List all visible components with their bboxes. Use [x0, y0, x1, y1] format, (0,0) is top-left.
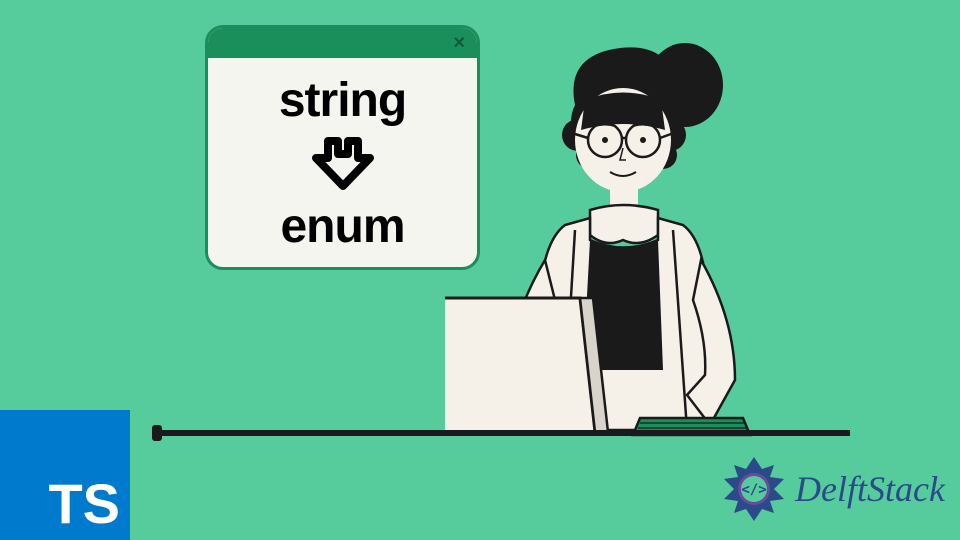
down-arrow-icon	[308, 136, 378, 191]
window-titlebar: ×	[208, 28, 477, 58]
person-illustration	[445, 30, 825, 520]
text-string: string	[279, 73, 406, 128]
delftstack-logo: </> DelftStack	[718, 453, 945, 525]
code-window: × string enum	[205, 25, 480, 270]
desk-line	[160, 430, 850, 436]
ts-logo-text: TS	[48, 476, 120, 532]
delftstack-text: DelftStack	[795, 468, 945, 510]
window-content: string enum	[208, 58, 477, 269]
delftstack-icon: </>	[718, 453, 790, 525]
text-enum: enum	[280, 199, 404, 254]
svg-text:</>: </>	[741, 482, 766, 498]
typescript-logo: TS	[0, 410, 130, 540]
